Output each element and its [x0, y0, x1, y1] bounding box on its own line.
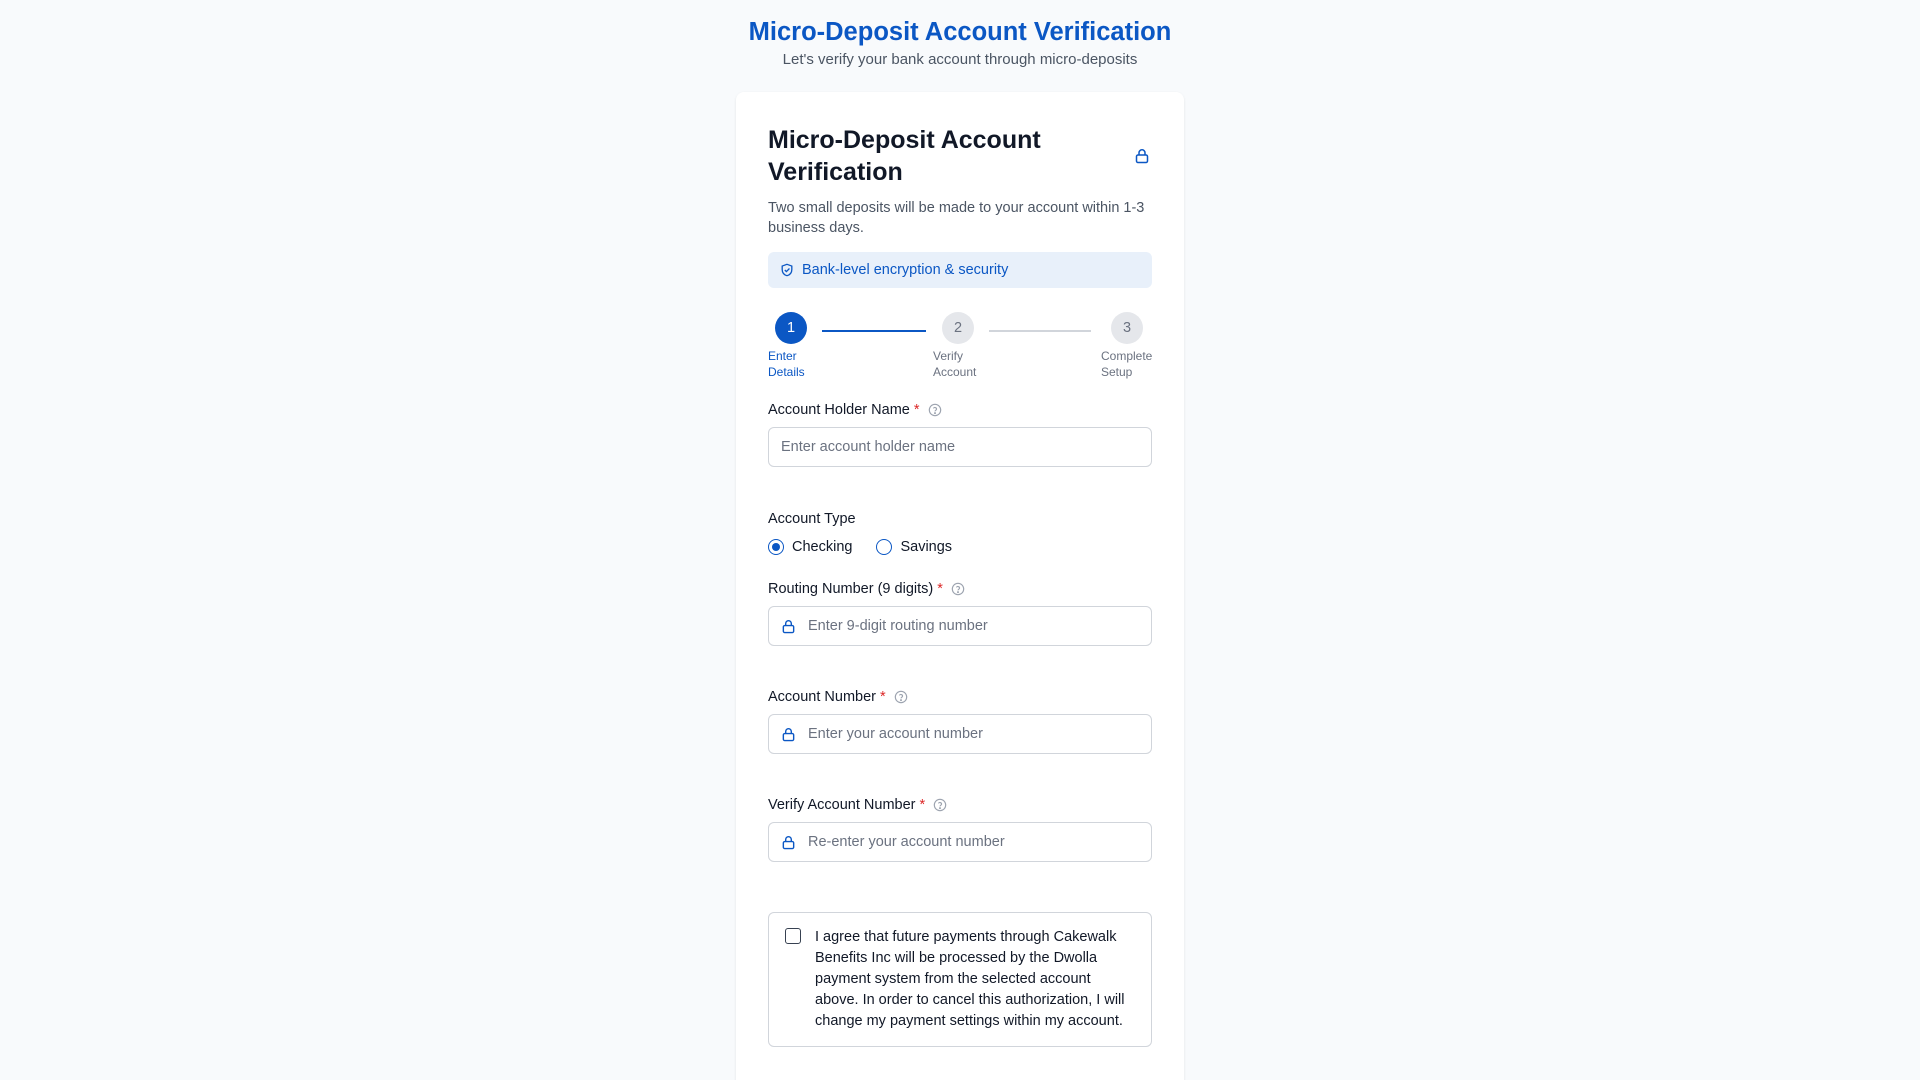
page-header: Micro-Deposit Account Verification Let's… [0, 0, 1920, 70]
holder-name-field: Account Holder Name * [768, 400, 1152, 467]
account-type-field: Account Type Checking Savings [768, 509, 1152, 555]
account-type-radios: Checking Savings [768, 539, 1152, 555]
page-title: Micro-Deposit Account Verification [748, 18, 1172, 46]
step-connector-2 [989, 330, 1091, 332]
step-2-number: 2 [942, 312, 974, 344]
account-number-input[interactable] [808, 726, 1151, 742]
agreement-box: I agree that future payments through Cak… [768, 912, 1152, 1047]
step-2[interactable]: 2 Verify Account [933, 312, 983, 380]
radio-savings-label: Savings [900, 539, 953, 555]
required-marker: * [880, 689, 886, 705]
card-header: Micro-Deposit Account Verification [768, 124, 1152, 188]
radio-checking-label: Checking [792, 539, 853, 555]
routing-input-box [768, 606, 1152, 646]
verify-account-label-row: Verify Account Number * [768, 795, 1152, 815]
step-1-number: 1 [775, 312, 807, 344]
verify-account-field: Verify Account Number * [768, 795, 1152, 862]
verify-account-input-box [768, 822, 1152, 862]
lock-icon[interactable] [1132, 146, 1152, 166]
required-marker: * [919, 797, 926, 813]
verify-account-input[interactable] [808, 834, 1151, 850]
shield-check-icon [780, 263, 794, 277]
radio-checking-control[interactable] [768, 539, 784, 555]
agreement-checkbox[interactable] [785, 928, 801, 944]
account-number-field: Account Number * [768, 687, 1152, 754]
routing-input[interactable] [808, 618, 1151, 634]
card-title: Micro-Deposit Account Verification [768, 126, 1041, 186]
required-marker: * [937, 581, 943, 597]
page-subtitle: Let's verify your bank account through m… [782, 51, 1138, 68]
security-text: Bank-level encryption & security [802, 262, 1009, 278]
routing-label-row: Routing Number (9 digits) * [768, 579, 1152, 599]
holder-name-label-row: Account Holder Name * [768, 400, 1152, 420]
step-connector-1 [822, 330, 926, 332]
lock-icon [781, 619, 796, 634]
account-number-label-row: Account Number * [768, 687, 1152, 707]
stepper: 1 Enter Details 2 Verify Account 3 Compl… [768, 296, 1152, 388]
holder-name-input-box [768, 427, 1152, 467]
card-description: Two small deposits will be made to your … [768, 200, 1145, 236]
verify-account-label: Verify Account Number [768, 797, 916, 813]
step-3-label: Complete Setup [1101, 349, 1153, 379]
lock-icon [781, 727, 796, 742]
step-3-number: 3 [1111, 312, 1143, 344]
lock-icon [781, 835, 796, 850]
radio-savings[interactable]: Savings [876, 539, 952, 555]
help-circle-icon[interactable] [933, 798, 947, 812]
account-number-input-box [768, 714, 1152, 754]
verification-card: Micro-Deposit Account Verification Two s… [736, 92, 1184, 1080]
holder-name-label: Account Holder Name [768, 402, 910, 418]
security-banner: Bank-level encryption & security [768, 252, 1152, 288]
required-marker: * [913, 402, 920, 418]
help-circle-icon[interactable] [928, 403, 942, 417]
account-number-label: Account Number [768, 689, 876, 705]
radio-checking[interactable]: Checking [768, 539, 852, 555]
agreement-text: I agree that future payments through Cak… [815, 929, 1125, 1029]
holder-name-input[interactable] [781, 439, 1151, 455]
step-3[interactable]: 3 Complete Setup [1101, 312, 1157, 380]
routing-label: Routing Number (9 digits) [768, 581, 934, 597]
step-1[interactable]: 1 Enter Details [768, 312, 812, 380]
radio-savings-control[interactable] [876, 539, 893, 555]
help-circle-icon[interactable] [951, 582, 965, 596]
help-circle-icon[interactable] [894, 690, 908, 704]
step-2-label: Verify Account [933, 349, 977, 379]
routing-field: Routing Number (9 digits) * [768, 579, 1152, 646]
account-type-label: Account Type [768, 511, 856, 527]
step-1-label: Enter Details [768, 349, 805, 379]
